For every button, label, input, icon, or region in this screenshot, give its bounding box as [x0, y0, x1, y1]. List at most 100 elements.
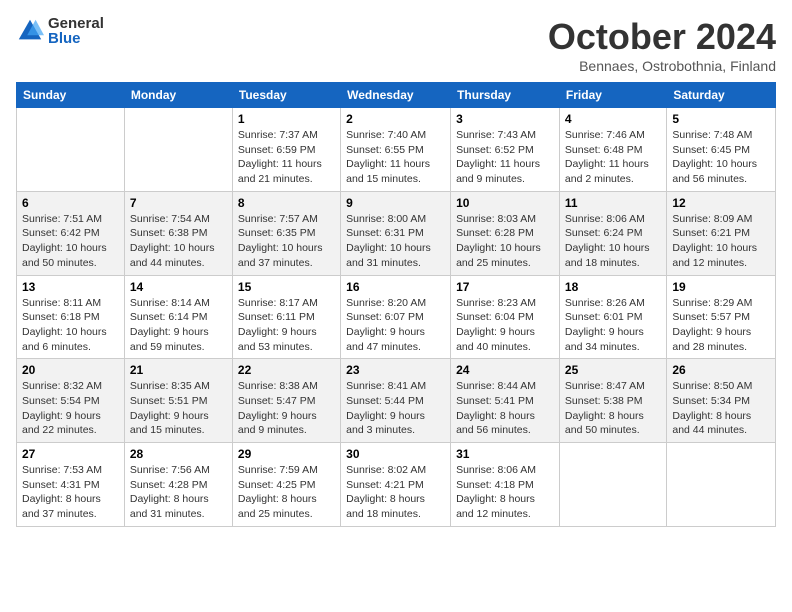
calendar-table: SundayMondayTuesdayWednesdayThursdayFrid…: [16, 82, 776, 527]
day-number: 8: [238, 196, 335, 210]
logo-blue-text: Blue: [48, 31, 104, 46]
day-number: 17: [456, 280, 554, 294]
calendar-cell: 25Sunrise: 8:47 AM Sunset: 5:38 PM Dayli…: [559, 359, 666, 443]
day-number: 24: [456, 363, 554, 377]
day-number: 29: [238, 447, 335, 461]
calendar-cell: 30Sunrise: 8:02 AM Sunset: 4:21 PM Dayli…: [341, 443, 451, 527]
day-info: Sunrise: 8:26 AM Sunset: 6:01 PM Dayligh…: [565, 296, 661, 355]
header: General Blue October 2024 Bennaes, Ostro…: [16, 16, 776, 74]
day-number: 4: [565, 112, 661, 126]
calendar-cell: 31 Sunrise: 8:06 AM Sunset: 4:18 PM Dayli…: [451, 443, 560, 527]
weekday-header-friday: Friday: [559, 83, 666, 108]
day-info: Sunrise: 8:29 AM Sunset: 5:57 PM Dayligh…: [672, 296, 770, 355]
day-info: Sunrise: 7:46 AM Sunset: 6:48 PM Dayligh…: [565, 128, 661, 187]
day-number: 5: [672, 112, 770, 126]
calendar-cell: 6 Sunrise: 7:51 AM Sunset: 6:42 PM Daylig…: [17, 191, 125, 275]
calendar-cell: 27Sunrise: 7:53 AM Sunset: 4:31 PM Dayli…: [17, 443, 125, 527]
day-info: Sunrise: 7:57 AM Sunset: 6:35 PM Dayligh…: [238, 212, 335, 271]
calendar-cell: 26Sunrise: 8:50 AM Sunset: 5:34 PM Dayli…: [667, 359, 776, 443]
day-info: Sunrise: 8:06 AM Sunset: 4:18 PM Dayligh…: [456, 463, 554, 522]
day-number: 23: [346, 363, 445, 377]
day-info: Sunrise: 8:11 AM Sunset: 6:18 PM Dayligh…: [22, 296, 119, 355]
day-info: Sunrise: 8:20 AM Sunset: 6:07 PM Dayligh…: [346, 296, 445, 355]
calendar-cell: 18 Sunrise: 8:26 AM Sunset: 6:01 PM Dayli…: [559, 275, 666, 359]
logo-general-text: General: [48, 16, 104, 31]
calendar-cell: 5 Sunrise: 7:48 AM Sunset: 6:45 PM Daylig…: [667, 108, 776, 192]
calendar-cell: 14Sunrise: 8:14 AM Sunset: 6:14 PM Dayli…: [124, 275, 232, 359]
day-info: Sunrise: 8:23 AM Sunset: 6:04 PM Dayligh…: [456, 296, 554, 355]
month-title: October 2024: [548, 16, 776, 58]
day-info: Sunrise: 7:59 AM Sunset: 4:25 PM Dayligh…: [238, 463, 335, 522]
day-info: Sunrise: 8:00 AM Sunset: 6:31 PM Dayligh…: [346, 212, 445, 271]
day-info: Sunrise: 8:09 AM Sunset: 6:21 PM Dayligh…: [672, 212, 770, 271]
day-info: Sunrise: 7:48 AM Sunset: 6:45 PM Dayligh…: [672, 128, 770, 187]
title-area: October 2024 Bennaes, Ostrobothnia, Finl…: [548, 16, 776, 74]
location-subtitle: Bennaes, Ostrobothnia, Finland: [548, 58, 776, 74]
day-number: 30: [346, 447, 445, 461]
calendar-row-4: 20Sunrise: 8:32 AM Sunset: 5:54 PM Dayli…: [17, 359, 776, 443]
calendar-cell: 4 Sunrise: 7:46 AM Sunset: 6:48 PM Daylig…: [559, 108, 666, 192]
day-info: Sunrise: 7:43 AM Sunset: 6:52 PM Dayligh…: [456, 128, 554, 187]
calendar-cell: 3 Sunrise: 7:43 AM Sunset: 6:52 PM Daylig…: [451, 108, 560, 192]
day-info: Sunrise: 8:44 AM Sunset: 5:41 PM Dayligh…: [456, 379, 554, 438]
day-info: Sunrise: 7:56 AM Sunset: 4:28 PM Dayligh…: [130, 463, 227, 522]
calendar-cell: [667, 443, 776, 527]
day-number: 12: [672, 196, 770, 210]
calendar-cell: 28Sunrise: 7:56 AM Sunset: 4:28 PM Dayli…: [124, 443, 232, 527]
calendar-cell: 2Sunrise: 7:40 AM Sunset: 6:55 PM Daylig…: [341, 108, 451, 192]
calendar-cell: 22 Sunrise: 8:38 AM Sunset: 5:47 PM Dayli…: [232, 359, 340, 443]
calendar-row-1: 1 Sunrise: 7:37 AM Sunset: 6:59 PM Daylig…: [17, 108, 776, 192]
day-info: Sunrise: 8:38 AM Sunset: 5:47 PM Dayligh…: [238, 379, 335, 438]
day-number: 22: [238, 363, 335, 377]
calendar-cell: 11Sunrise: 8:06 AM Sunset: 6:24 PM Dayli…: [559, 191, 666, 275]
calendar-cell: 13 Sunrise: 8:11 AM Sunset: 6:18 PM Dayli…: [17, 275, 125, 359]
day-info: Sunrise: 7:37 AM Sunset: 6:59 PM Dayligh…: [238, 128, 335, 187]
logo: General Blue: [16, 16, 104, 46]
day-number: 18: [565, 280, 661, 294]
day-info: Sunrise: 8:50 AM Sunset: 5:34 PM Dayligh…: [672, 379, 770, 438]
calendar-cell: [559, 443, 666, 527]
calendar-cell: 16 Sunrise: 8:20 AM Sunset: 6:07 PM Dayli…: [341, 275, 451, 359]
calendar-cell: 19 Sunrise: 8:29 AM Sunset: 5:57 PM Dayli…: [667, 275, 776, 359]
day-number: 16: [346, 280, 445, 294]
day-info: Sunrise: 7:54 AM Sunset: 6:38 PM Dayligh…: [130, 212, 227, 271]
weekday-header-tuesday: Tuesday: [232, 83, 340, 108]
day-number: 10: [456, 196, 554, 210]
weekday-header-saturday: Saturday: [667, 83, 776, 108]
calendar-cell: [17, 108, 125, 192]
day-info: Sunrise: 8:14 AM Sunset: 6:14 PM Dayligh…: [130, 296, 227, 355]
day-number: 3: [456, 112, 554, 126]
calendar-cell: 20Sunrise: 8:32 AM Sunset: 5:54 PM Dayli…: [17, 359, 125, 443]
day-number: 21: [130, 363, 227, 377]
calendar-cell: 15 Sunrise: 8:17 AM Sunset: 6:11 PM Dayli…: [232, 275, 340, 359]
day-info: Sunrise: 7:40 AM Sunset: 6:55 PM Dayligh…: [346, 128, 445, 187]
calendar-cell: 21 Sunrise: 8:35 AM Sunset: 5:51 PM Dayli…: [124, 359, 232, 443]
weekday-header-sunday: Sunday: [17, 83, 125, 108]
day-info: Sunrise: 8:03 AM Sunset: 6:28 PM Dayligh…: [456, 212, 554, 271]
calendar-cell: 24 Sunrise: 8:44 AM Sunset: 5:41 PM Dayli…: [451, 359, 560, 443]
day-number: 19: [672, 280, 770, 294]
day-number: 9: [346, 196, 445, 210]
calendar-cell: 1 Sunrise: 7:37 AM Sunset: 6:59 PM Daylig…: [232, 108, 340, 192]
day-info: Sunrise: 8:32 AM Sunset: 5:54 PM Dayligh…: [22, 379, 119, 438]
calendar-cell: 7Sunrise: 7:54 AM Sunset: 6:38 PM Daylig…: [124, 191, 232, 275]
day-info: Sunrise: 8:41 AM Sunset: 5:44 PM Dayligh…: [346, 379, 445, 438]
calendar-cell: [124, 108, 232, 192]
day-number: 6: [22, 196, 119, 210]
day-number: 31: [456, 447, 554, 461]
day-info: Sunrise: 8:17 AM Sunset: 6:11 PM Dayligh…: [238, 296, 335, 355]
calendar-cell: 8 Sunrise: 7:57 AM Sunset: 6:35 PM Daylig…: [232, 191, 340, 275]
calendar-cell: 29 Sunrise: 7:59 AM Sunset: 4:25 PM Dayli…: [232, 443, 340, 527]
logo-icon: [16, 17, 44, 45]
weekday-header-row: SundayMondayTuesdayWednesdayThursdayFrid…: [17, 83, 776, 108]
day-number: 13: [22, 280, 119, 294]
day-info: Sunrise: 7:51 AM Sunset: 6:42 PM Dayligh…: [22, 212, 119, 271]
calendar-cell: 10 Sunrise: 8:03 AM Sunset: 6:28 PM Dayli…: [451, 191, 560, 275]
day-number: 1: [238, 112, 335, 126]
day-number: 27: [22, 447, 119, 461]
weekday-header-wednesday: Wednesday: [341, 83, 451, 108]
calendar-row-2: 6 Sunrise: 7:51 AM Sunset: 6:42 PM Daylig…: [17, 191, 776, 275]
day-number: 15: [238, 280, 335, 294]
day-info: Sunrise: 8:47 AM Sunset: 5:38 PM Dayligh…: [565, 379, 661, 438]
day-info: Sunrise: 8:35 AM Sunset: 5:51 PM Dayligh…: [130, 379, 227, 438]
